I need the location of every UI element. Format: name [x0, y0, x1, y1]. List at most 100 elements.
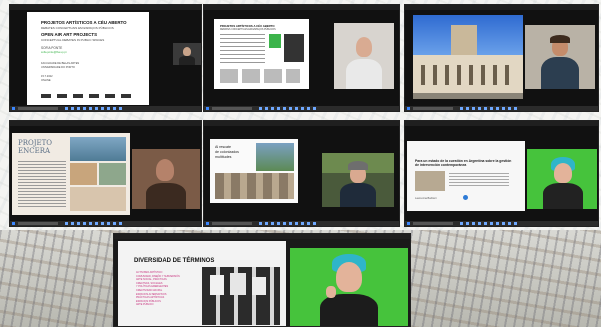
- presentation-slide: PROJETOS ARTÍSTICOS A CÉU ABERTO DEBATES…: [214, 19, 309, 89]
- slide-images-row: [220, 69, 300, 83]
- participant-hair: [348, 161, 368, 170]
- slide-subheading: DEBATES CONCEPTUAIS EM ESPAÇOS PÚBLICOS: [220, 29, 276, 31]
- participant-torso: [543, 183, 583, 209]
- window-topbar: [204, 5, 399, 10]
- participant-video-green-screen: [527, 149, 597, 209]
- search-box[interactable]: [18, 107, 58, 110]
- search-box[interactable]: [413, 107, 453, 110]
- presentation-slide: PROJETO ENCERA: [12, 133, 130, 215]
- slide-photo-bottom: [70, 187, 126, 211]
- slide-green-block: [269, 34, 281, 48]
- slide-title: Para un estado de la cuestión en Argenti…: [415, 159, 512, 168]
- taskbar-app-icons[interactable]: [460, 107, 520, 110]
- search-box[interactable]: [212, 107, 252, 110]
- start-icon[interactable]: [407, 222, 410, 225]
- slide-subtitle-en: CONCEPTUAL DEBATES IN PUBLIC SPACES: [41, 38, 105, 42]
- search-box[interactable]: [413, 222, 453, 225]
- shared-photo-building: [413, 15, 523, 99]
- participant-face: [183, 47, 191, 56]
- taskbar-app-icons[interactable]: [65, 107, 125, 110]
- start-icon[interactable]: [12, 107, 15, 110]
- slide-text-block: [18, 161, 66, 207]
- taskbar: [10, 106, 201, 111]
- start-icon[interactable]: [206, 107, 209, 110]
- screenshot-colonizados-slide: Al rescate de colonizados multitudes: [203, 120, 400, 227]
- window-topbar: [10, 5, 201, 10]
- participant-hair: [550, 35, 570, 43]
- participant-video: [334, 23, 394, 89]
- slide-title-line2: de colonizados: [215, 150, 239, 154]
- participant-torso: [320, 294, 378, 326]
- participant-torso: [146, 183, 186, 209]
- participant-face: [356, 37, 372, 57]
- participant-torso: [340, 183, 376, 207]
- presentation-slide: Para un estado de la cuestión en Argenti…: [407, 141, 525, 211]
- slide-photo-middle-left: [70, 163, 97, 185]
- photo-street: [413, 93, 523, 99]
- screenshot-slide-with-participant: PROJETOS ARTÍSTICOS A CÉU ABERTO DEBATES…: [203, 4, 400, 112]
- slide-title-line1: Al rescate: [215, 145, 231, 149]
- slide-logos: [41, 94, 131, 98]
- taskbar-app-icons[interactable]: [259, 222, 319, 225]
- participant-torso: [179, 56, 195, 65]
- participant-video: [173, 43, 201, 65]
- participant-torso: [541, 57, 579, 89]
- terms-list: ACTIVISMO ARTÍSTICO COMUNIDAD, DISEÑO Y …: [136, 271, 196, 307]
- slide-author: Laura Ana Barbieri: [415, 197, 437, 200]
- window-topbar: [405, 121, 598, 126]
- slide-title: PROJETOS ARTÍSTICOS A CÉU ABERTO: [41, 20, 127, 25]
- collage-poster-3: [252, 277, 266, 295]
- start-icon[interactable]: [407, 107, 410, 110]
- photo-windows: [421, 65, 516, 85]
- slide-author: SOFIA PONTE: [41, 46, 63, 50]
- taskbar: [204, 106, 399, 111]
- taskbar-app-icons[interactable]: [259, 107, 319, 110]
- slide-photo-trees: [256, 143, 294, 171]
- participant-hand: [326, 286, 336, 298]
- window-topbar: [10, 121, 201, 126]
- slide-subtitle: DEBATES CONCEPTUAIS EM ESPAÇOS PÚBLICOS: [41, 26, 114, 30]
- participant-video: [322, 153, 394, 207]
- start-icon[interactable]: [206, 222, 209, 225]
- slide-place: ONLINE: [41, 79, 51, 82]
- participant-video-green-screen: [290, 248, 408, 326]
- taskbar: [204, 221, 399, 226]
- taskbar-app-icons[interactable]: [65, 222, 125, 225]
- participant-face: [336, 262, 362, 292]
- taskbar: [10, 221, 201, 226]
- screenshot-diversidad-de-terminos: DIVERSIDAD DE TÉRMINOS ACTIVISMO ARTÍSTI…: [113, 233, 411, 327]
- participant-video: [132, 149, 200, 209]
- slide-title: PROJETO: [18, 139, 53, 147]
- screenshot-argentina-slide: Para un estado de la cuestión en Argenti…: [404, 120, 599, 227]
- slide-email: sofia.ponte@fba.up.pt: [41, 51, 67, 54]
- search-box[interactable]: [212, 222, 252, 225]
- slide-text-block: [449, 173, 509, 187]
- slide-title: DIVERSIDAD DE TÉRMINOS: [134, 258, 215, 264]
- participant-face: [554, 163, 572, 183]
- start-icon[interactable]: [12, 222, 15, 225]
- term-item: ARTE PÚBLICO: [136, 303, 154, 307]
- slide-title-line2: ENCERA: [18, 147, 51, 155]
- collage-poster-1: [210, 275, 224, 295]
- slide-university: UNIVERSIDADE DO PORTO: [41, 66, 75, 69]
- collage-poster-2: [230, 273, 246, 295]
- slide-text-block: [220, 34, 265, 64]
- window-topbar: [114, 234, 410, 239]
- window-topbar: [204, 121, 399, 126]
- taskbar: [405, 106, 598, 111]
- slide-logo: [463, 195, 468, 200]
- presentation-slide: DIVERSIDAD DE TÉRMINOS ACTIVISMO ARTÍSTI…: [118, 241, 286, 326]
- presentation-slide: PROJETOS ARTÍSTICOS A CÉU ABERTO DEBATES…: [27, 12, 149, 105]
- participant-video: [525, 25, 595, 89]
- taskbar: [405, 221, 598, 226]
- search-box[interactable]: [18, 222, 58, 225]
- window-topbar: [405, 5, 598, 10]
- slide-photo-middle-right: [99, 163, 126, 185]
- taskbar-app-icons[interactable]: [460, 222, 520, 225]
- slide-book-cover: [284, 34, 304, 62]
- screenshot-projeto-encera: PROJETO ENCERA: [9, 120, 202, 227]
- slide-photo-street: [215, 173, 294, 199]
- slide-photo-top: [70, 137, 126, 161]
- slide-image: [415, 171, 445, 191]
- presentation-slide: Al rescate de colonizados multitudes: [210, 139, 298, 203]
